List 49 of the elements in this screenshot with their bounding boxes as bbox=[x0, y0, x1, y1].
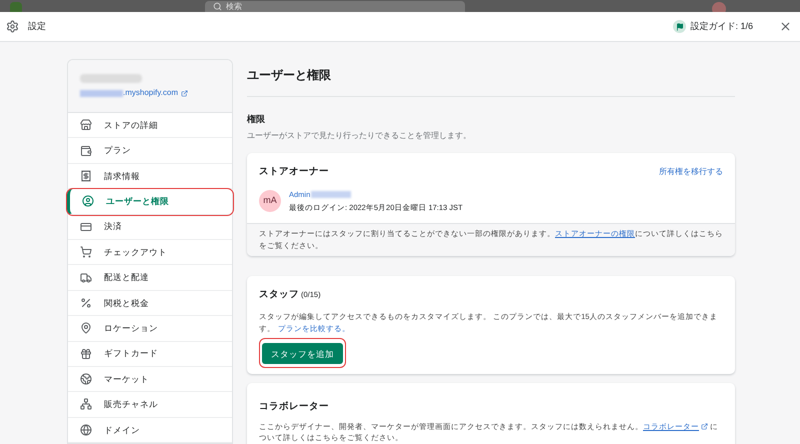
card-title: ストアオーナー bbox=[259, 164, 329, 178]
percent-icon bbox=[80, 296, 92, 309]
transfer-ownership-link[interactable]: 所有権を移行する bbox=[659, 166, 723, 178]
section-title: 権限 bbox=[247, 113, 266, 126]
search-icon bbox=[213, 2, 222, 11]
store-icon bbox=[80, 119, 92, 132]
sidebar-item[interactable]: 配送と配達 bbox=[68, 265, 232, 291]
external-link-icon bbox=[701, 423, 708, 430]
sidebar-item[interactable]: ギフトカード bbox=[68, 342, 232, 367]
blurred-store-name bbox=[80, 74, 142, 83]
add-staff-button[interactable]: スタッフを追加 bbox=[262, 343, 343, 364]
network-icon bbox=[80, 398, 92, 410]
globe-icon bbox=[80, 373, 92, 386]
gift-icon bbox=[80, 348, 92, 360]
sidebar-item[interactable]: ロケーション bbox=[68, 316, 232, 342]
setup-guide-link[interactable]: 設定ガイド: 1/6 bbox=[690, 20, 753, 34]
sidebar-item[interactable]: ストアの詳細 bbox=[68, 113, 232, 138]
owner-avatar: mA bbox=[259, 190, 281, 212]
card-icon bbox=[80, 220, 92, 233]
sidebar-item[interactable]: プラン bbox=[68, 138, 232, 164]
page-title: ユーザーと権限 bbox=[247, 67, 332, 84]
user-icon bbox=[82, 195, 94, 208]
blurred-domain-prefix bbox=[80, 90, 123, 96]
avatar bbox=[712, 2, 726, 12]
store-domain-link[interactable]: .myshopify.com bbox=[123, 87, 178, 99]
sidebar-item[interactable]: 決済 bbox=[68, 214, 232, 240]
blurred-owner-name bbox=[311, 190, 352, 198]
globe-icon bbox=[80, 424, 92, 436]
close-button[interactable] bbox=[779, 20, 792, 33]
search-placeholder: 検索 bbox=[226, 2, 242, 12]
sidebar-item[interactable]: ドメイン bbox=[68, 418, 232, 444]
settings-icon bbox=[6, 20, 19, 33]
sidebar-item[interactable]: マーケット bbox=[68, 366, 232, 392]
card-title: スタッフ bbox=[259, 288, 299, 302]
truck-icon bbox=[80, 272, 92, 284]
card-title: コラボレーター bbox=[259, 400, 329, 412]
cart-icon bbox=[80, 246, 92, 258]
sidebar-item[interactable]: チェックアウト bbox=[68, 240, 232, 266]
sidebar-item[interactable]: 請求情報 bbox=[68, 164, 232, 190]
flag-icon bbox=[673, 20, 686, 33]
receipt-icon bbox=[80, 170, 92, 182]
sidebar-item[interactable]: 関税と税金 bbox=[68, 290, 232, 316]
sidebar-item[interactable]: ユーザーと権限 bbox=[67, 189, 233, 215]
modal-title: 設定 bbox=[28, 20, 46, 33]
pin-icon bbox=[80, 322, 92, 334]
sidebar-item[interactable]: 販売チャネル bbox=[68, 392, 232, 418]
section-description: ユーザーがストアで見たり行ったりできることを管理します。 bbox=[247, 130, 472, 142]
wallet-icon bbox=[80, 144, 92, 157]
external-link-icon bbox=[180, 90, 188, 96]
